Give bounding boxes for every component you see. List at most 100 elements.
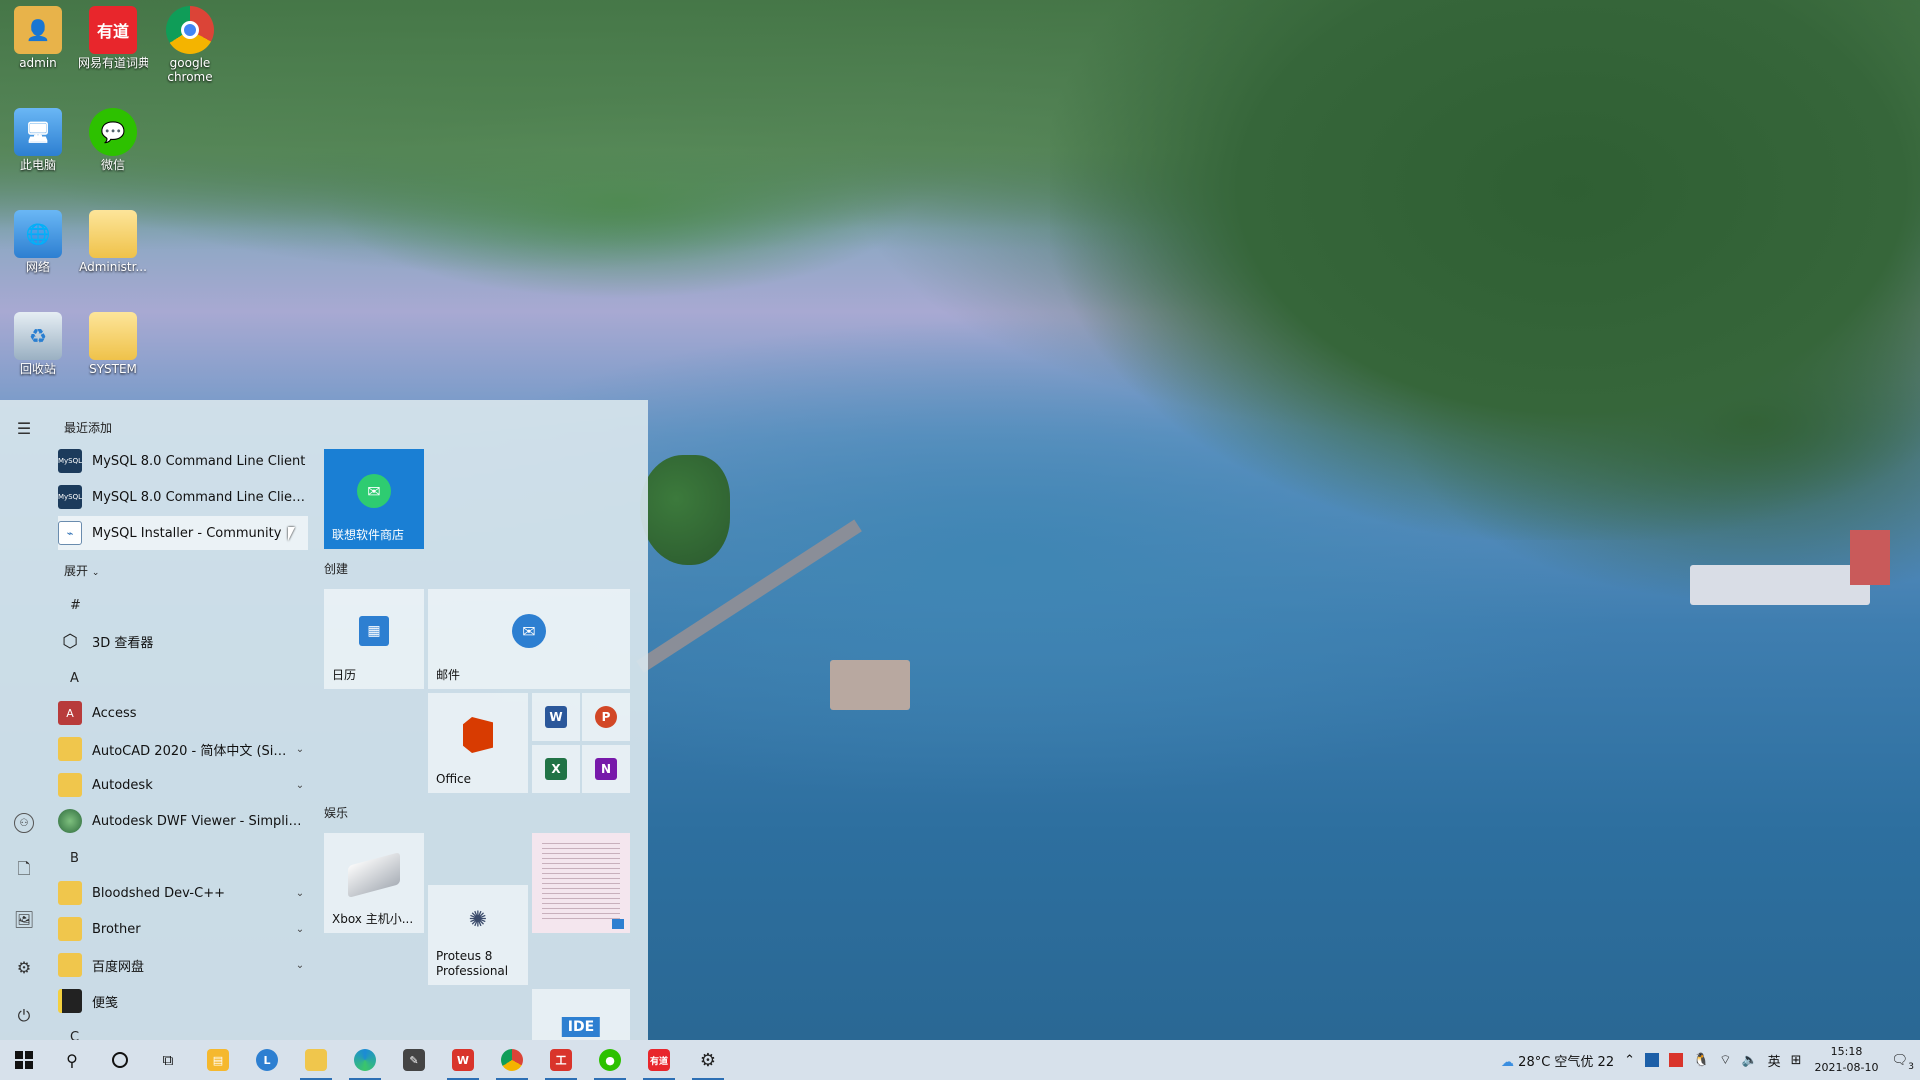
app-item-mysql-cli-unicode[interactable]: MySQL MySQL 8.0 Command Line Client -...: [58, 480, 308, 514]
app-item-3d-viewer[interactable]: ⬡ 3D 查看器: [58, 624, 308, 658]
tile-word[interactable]: W: [532, 693, 580, 741]
clock[interactable]: 15:18 2021-08-10: [1815, 1044, 1879, 1076]
tile-office[interactable]: Office: [428, 693, 528, 793]
app-list: 最近添加 MySQL MySQL 8.0 Command Line Client…: [52, 400, 312, 1040]
taskbar-app-wps[interactable]: W: [439, 1040, 487, 1080]
tile-lenovo-store[interactable]: ✉ 联想软件商店: [324, 449, 424, 549]
hamburger-menu-icon[interactable]: ☰: [10, 414, 38, 442]
edge-icon: [354, 1049, 376, 1071]
start-button[interactable]: [0, 1040, 48, 1080]
network-wifi-icon[interactable]: ⌔: [1719, 1052, 1731, 1068]
taskbar-app-autocad[interactable]: ✎: [390, 1040, 438, 1080]
tiles-area: ✉ 联想软件商店 创建 ▦ 日历 ✉ 邮件 Office W P X N 娱乐 …: [318, 400, 648, 1040]
taskbar-app-edge[interactable]: [341, 1040, 389, 1080]
group-title-create[interactable]: 创建: [324, 560, 348, 577]
tile-proteus[interactable]: ✺ Proteus 8 Professional: [428, 885, 528, 985]
app-item-access[interactable]: A Access: [58, 696, 308, 730]
settings-icon[interactable]: ⚙: [10, 953, 38, 981]
folder-icon: [58, 953, 82, 977]
desktop-icon-label: 网易有道词典: [78, 56, 148, 70]
computer-icon: 🖥: [14, 108, 62, 156]
folder-icon: [89, 312, 137, 360]
tile-onenote[interactable]: N: [582, 745, 630, 793]
pictures-icon[interactable]: 🖼: [10, 905, 38, 933]
documents-icon[interactable]: 🗋: [10, 857, 38, 885]
user-account-icon[interactable]: ⚇: [10, 809, 38, 837]
group-title-play[interactable]: 娱乐: [324, 804, 348, 821]
taskbar-app-file-explorer[interactable]: [292, 1040, 340, 1080]
taskbar-app-wechat[interactable]: ●: [586, 1040, 634, 1080]
access-icon: A: [58, 701, 82, 725]
desktop-icon-wechat[interactable]: 💬 微信: [78, 108, 148, 173]
tile-mail[interactable]: ✉ 邮件: [428, 589, 630, 689]
app-item-dwf-viewer[interactable]: Autodesk DWF Viewer - Simplified...: [58, 804, 308, 838]
notification-center-button[interactable]: 🗨 3: [1891, 1053, 1914, 1072]
app-item-label: 便笺: [92, 995, 119, 1011]
desktop-icon-system-folder[interactable]: SYSTEM: [78, 312, 148, 377]
tile-ide[interactable]: IDE: [532, 989, 630, 1040]
app-item-mysql-cli[interactable]: MySQL MySQL 8.0 Command Line Client: [58, 444, 308, 478]
desktop-icon-label: 回收站: [19, 362, 56, 376]
letter-hash[interactable]: #: [70, 598, 81, 613]
desktop-icon-network[interactable]: 🌐 网络: [3, 210, 73, 275]
tray-app-icon-1[interactable]: [1645, 1053, 1660, 1067]
cloud-icon: ☁: [1501, 1054, 1515, 1070]
tile-label: 邮件: [436, 668, 461, 682]
desktop-icon-recycle-bin[interactable]: ♻ 回收站: [3, 312, 73, 377]
taskbar-app-toolbox[interactable]: 工: [537, 1040, 585, 1080]
app-item-sticky-notes[interactable]: 便笺: [58, 984, 308, 1018]
desktop-icon-admin[interactable]: 👤 admin: [3, 6, 73, 71]
app-item-baidu-netdisk[interactable]: 百度网盘 ⌄: [58, 948, 308, 982]
tile-calendar[interactable]: ▦ 日历: [324, 589, 424, 689]
clock-time: 15:18: [1830, 1045, 1863, 1058]
tile-excel[interactable]: X: [532, 745, 580, 793]
desktop-icon-youdao[interactable]: 有道 网易有道词典: [78, 6, 148, 71]
volume-icon[interactable]: 🔈: [1741, 1053, 1757, 1068]
desktop-icon-this-pc[interactable]: 🖥 此电脑: [3, 108, 73, 173]
taskbar-app-chrome[interactable]: [488, 1040, 536, 1080]
letter-c[interactable]: C: [70, 1030, 79, 1040]
tray-app-icon-2[interactable]: [1669, 1053, 1684, 1067]
input-language-indicator[interactable]: 英: [1768, 1051, 1781, 1070]
word-icon: W: [545, 706, 567, 728]
mysql-icon: MySQL: [58, 485, 82, 509]
desktop-icon-label: 网络: [25, 260, 50, 274]
cortana-circle-icon: [112, 1052, 128, 1068]
sticky-notes-icon: [58, 989, 82, 1013]
input-mode-icon[interactable]: ⊞: [1791, 1053, 1802, 1068]
app-item-autodesk[interactable]: Autodesk ⌄: [58, 768, 308, 802]
expand-link[interactable]: 展开 ⌄: [64, 562, 99, 579]
task-view-button[interactable]: ⧉: [144, 1040, 192, 1080]
weather-widget[interactable]: ☁ 28°C 空气优 22: [1501, 1051, 1614, 1070]
qq-icon[interactable]: 🐧: [1693, 1053, 1709, 1068]
power-icon[interactable]: ⏻: [10, 1002, 38, 1030]
app-item-autocad[interactable]: AutoCAD 2020 - 简体中文 (Sim... ⌄: [58, 732, 308, 766]
cube-icon: ⬡: [62, 630, 78, 652]
recycle-bin-icon: ♻: [14, 312, 62, 360]
app-item-devcpp[interactable]: Bloodshed Dev-C++ ⌄: [58, 876, 308, 910]
cortana-button[interactable]: [96, 1040, 144, 1080]
app-item-label: Brother: [92, 921, 141, 937]
taskbar-app-settings[interactable]: ⚙: [684, 1040, 732, 1080]
start-menu-rail: ☰ ⚇ 🗋 🖼 ⚙ ⏻: [0, 400, 48, 1040]
app-item-label: MySQL 8.0 Command Line Client: [92, 453, 306, 469]
tile-xbox[interactable]: Xbox 主机小...: [324, 833, 424, 933]
letter-b[interactable]: B: [70, 851, 79, 866]
taskbar-app-notes[interactable]: ▤: [194, 1040, 242, 1080]
app-item-mysql-installer[interactable]: ⌁ MySQL Installer - Community: [58, 516, 308, 550]
mysql-installer-icon: ⌁: [58, 521, 82, 545]
tile-photos[interactable]: [532, 833, 630, 933]
search-button[interactable]: ⚲: [48, 1040, 96, 1080]
tray-overflow-chevron-icon[interactable]: ⌃: [1624, 1053, 1635, 1068]
ide-icon: IDE: [561, 1017, 601, 1038]
taskbar-app-youdao[interactable]: 有道: [635, 1040, 683, 1080]
youdao-icon: 有道: [89, 6, 137, 54]
letter-a[interactable]: A: [70, 671, 79, 686]
taskbar-app-lenovo[interactable]: L: [243, 1040, 291, 1080]
notification-count-badge: 3: [1908, 1061, 1914, 1072]
desktop-icon-administrator-folder[interactable]: Administr...: [78, 210, 148, 275]
recent-title: 最近添加: [64, 421, 113, 435]
tile-powerpoint[interactable]: P: [582, 693, 630, 741]
desktop-icon-chrome[interactable]: google chrome: [155, 6, 225, 84]
app-item-brother[interactable]: Brother ⌄: [58, 912, 308, 946]
